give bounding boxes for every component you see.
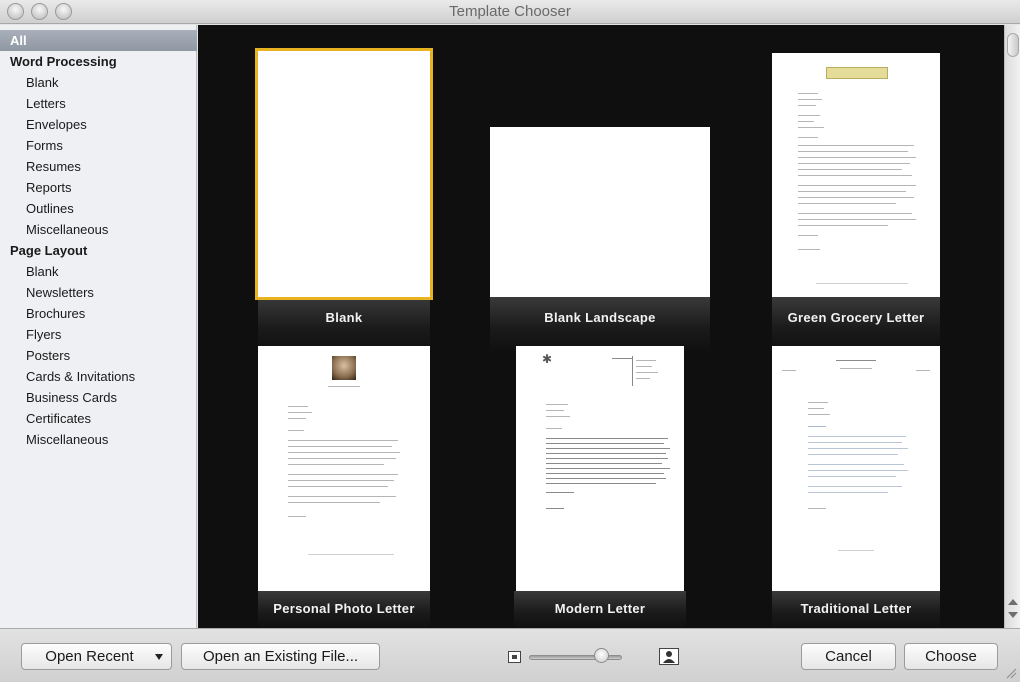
template-label: Blank Landscape <box>544 310 656 325</box>
sidebar-item-reports[interactable]: Reports <box>0 177 197 198</box>
template-label: Modern Letter <box>554 601 646 616</box>
sidebar-item-cards-invitations[interactable]: Cards & Invitations <box>0 366 197 387</box>
template-thumbnail <box>255 48 433 300</box>
vertical-scrollbar[interactable] <box>1004 25 1020 628</box>
sidebar-item-label: Forms <box>26 138 63 153</box>
sidebar-item-label: Letters <box>26 96 66 111</box>
sidebar-item-label: Page Layout <box>10 243 88 258</box>
button-label: Open an Existing File... <box>202 648 359 665</box>
small-thumbnail-icon <box>508 651 521 663</box>
sidebar-item-label: Reports <box>26 180 72 195</box>
sidebar-item-label: Blank <box>26 75 59 90</box>
sidebar-item-wp-miscellaneous[interactable]: Miscellaneous <box>0 219 197 240</box>
title-bar: Template Chooser <box>0 0 1020 24</box>
template-thumbnail <box>490 127 710 297</box>
template-thumbnail <box>772 346 940 591</box>
button-label: Choose <box>925 648 977 665</box>
sidebar-item-label: Outlines <box>26 201 74 216</box>
letterhead-logo-badge <box>826 67 888 79</box>
sidebar-item-label: Newsletters <box>26 285 94 300</box>
template-label: Personal Photo Letter <box>273 601 415 616</box>
star-logo-icon: ✱ <box>542 352 553 366</box>
sidebar-item-label: Miscellaneous <box>26 222 109 237</box>
button-label: Cancel <box>825 648 872 665</box>
template-label: Blank <box>325 310 363 325</box>
button-label: Open Recent <box>45 648 134 665</box>
profile-photo <box>332 356 356 380</box>
large-thumbnail-icon <box>659 648 679 665</box>
sidebar-group-word-processing[interactable]: Word Processing <box>0 51 197 72</box>
sidebar-item-pl-miscellaneous[interactable]: Miscellaneous <box>0 429 197 450</box>
template-label: Green Grocery Letter <box>787 310 925 325</box>
sidebar-item-envelopes[interactable]: Envelopes <box>0 114 197 135</box>
dropdown-arrow-icon <box>155 654 163 660</box>
sidebar-item-label: Brochures <box>26 306 86 321</box>
sidebar-item-all[interactable]: All <box>0 30 197 51</box>
template-modern-letter[interactable]: ✱ Modern Letter <box>512 343 688 633</box>
template-traditional-letter[interactable]: Traditional Letter <box>770 343 942 633</box>
sidebar-item-label: Blank <box>26 264 59 279</box>
sidebar-item-flyers[interactable]: Flyers <box>0 324 197 345</box>
window-title: Template Chooser <box>449 3 571 20</box>
sidebar-item-brochures[interactable]: Brochures <box>0 303 197 324</box>
cancel-button[interactable]: Cancel <box>801 643 896 670</box>
sidebar-item-label: Certificates <box>26 411 92 426</box>
sidebar-item-label: All <box>10 33 27 48</box>
zoom-slider-knob[interactable] <box>594 648 610 663</box>
template-thumbnail: ✱ <box>516 346 684 591</box>
sidebar-item-letters[interactable]: Letters <box>0 93 197 114</box>
sidebar-group-page-layout[interactable]: Page Layout <box>0 240 197 261</box>
sidebar-item-forms[interactable]: Forms <box>0 135 197 156</box>
sidebar-item-wp-blank[interactable]: Blank <box>0 72 197 93</box>
sidebar-item-certificates[interactable]: Certificates <box>0 408 197 429</box>
category-sidebar: All Word Processing Blank Letters Envelo… <box>0 25 197 628</box>
template-label: Traditional Letter <box>800 601 912 616</box>
template-grid: Blank Blank Landscape Green Grocery Lett… <box>198 25 1004 629</box>
sidebar-item-label: Posters <box>26 348 71 363</box>
sidebar-item-posters[interactable]: Posters <box>0 345 197 366</box>
sidebar-item-resumes[interactable]: Resumes <box>0 156 197 177</box>
sidebar-item-label: Business Cards <box>26 390 118 405</box>
choose-button[interactable]: Choose <box>904 643 998 670</box>
resize-grip-icon[interactable] <box>1006 668 1017 679</box>
scrollbar-thumb[interactable] <box>1007 33 1019 57</box>
sidebar-item-newsletters[interactable]: Newsletters <box>0 282 197 303</box>
sidebar-item-label: Miscellaneous <box>26 432 109 447</box>
template-blank[interactable]: Blank <box>254 48 434 353</box>
sidebar-item-label: Resumes <box>26 159 81 174</box>
sidebar-item-label: Flyers <box>26 327 62 342</box>
template-personal-photo-letter[interactable]: Personal Photo Letter <box>254 343 434 633</box>
sidebar-item-label: Envelopes <box>26 117 87 132</box>
sidebar-item-outlines[interactable]: Outlines <box>0 198 197 219</box>
template-chooser-window: Template Chooser All Word Processing Bla… <box>0 0 1020 682</box>
template-blank-landscape[interactable]: Blank Landscape <box>488 49 712 353</box>
open-recent-button[interactable]: Open Recent <box>21 643 172 670</box>
sidebar-item-label: Cards & Invitations <box>26 369 136 384</box>
sidebar-item-pl-blank[interactable]: Blank <box>0 261 197 282</box>
template-thumbnail <box>772 53 940 297</box>
scroll-down-arrow-icon[interactable] <box>1008 612 1018 618</box>
scroll-up-arrow-icon[interactable] <box>1008 599 1018 605</box>
open-existing-file-button[interactable]: Open an Existing File... <box>181 643 380 670</box>
sidebar-item-business-cards[interactable]: Business Cards <box>0 387 197 408</box>
template-green-grocery-letter[interactable]: Green Grocery Letter <box>770 49 942 353</box>
bottom-toolbar: Open Recent Open an Existing File... Can… <box>0 628 1020 682</box>
sidebar-item-label: Word Processing <box>10 54 117 69</box>
template-thumbnail <box>258 346 430 591</box>
